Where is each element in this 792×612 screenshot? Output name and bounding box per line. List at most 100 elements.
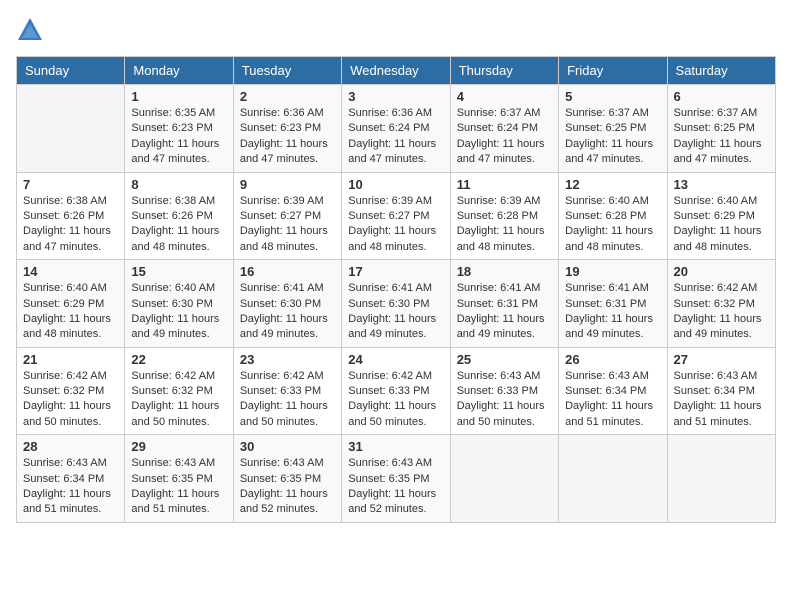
day-number: 25: [457, 352, 552, 367]
calendar-cell: 16 Sunrise: 6:41 AMSunset: 6:30 PMDayligh…: [233, 260, 341, 348]
week-row-3: 14Sunrise: 6:40 AMSunset: 6:29 PMDayligh…: [17, 260, 776, 348]
calendar-cell: 28 Sunrise: 6:43 AMSunset: 6:34 PMDayligh…: [17, 435, 125, 523]
calendar-cell: 22 Sunrise: 6:42 AMSunset: 6:32 PMDayligh…: [125, 347, 233, 435]
day-info: Sunrise: 6:43 AMSunset: 6:34 PMDaylight:…: [23, 456, 118, 518]
calendar-cell: 30Sunrise: 6:43 AMSunset: 6:35 PMDayligh…: [233, 435, 341, 523]
day-info: Sunrise: 6:40 AMSunset: 6:28 PMDaylight:…: [565, 194, 660, 256]
day-number: 31: [348, 439, 443, 454]
day-info: Sunrise: 6:43 AMSunset: 6:34 PMDaylight:…: [565, 369, 660, 431]
week-row-5: 28 Sunrise: 6:43 AMSunset: 6:34 PMDayligh…: [17, 435, 776, 523]
day-number: 26: [565, 352, 660, 367]
day-number: 2: [240, 89, 335, 104]
day-info: Sunrise: 6:43 AMSunset: 6:35 PMDaylight:…: [240, 456, 335, 518]
calendar-cell: 27Sunrise: 6:43 AMSunset: 6:34 PMDayligh…: [667, 347, 775, 435]
page-header: [16, 16, 776, 44]
day-number: 7: [23, 177, 118, 192]
logo: [16, 16, 48, 44]
day-number: 4: [457, 89, 552, 104]
calendar-cell: [17, 85, 125, 173]
day-info: Sunrise: 6:40 AMSunset: 6:30 PMDaylight:…: [131, 281, 226, 343]
day-number: 14: [23, 264, 118, 279]
calendar-cell: 17 Sunrise: 6:41 AMSunset: 6:30 PMDayligh…: [342, 260, 450, 348]
calendar-cell: 24Sunrise: 6:42 AMSunset: 6:33 PMDayligh…: [342, 347, 450, 435]
day-number: 8: [131, 177, 226, 192]
calendar-cell: 9 Sunrise: 6:39 AMSunset: 6:27 PMDaylight…: [233, 172, 341, 260]
day-number: 13: [674, 177, 769, 192]
day-info: Sunrise: 6:42 AMSunset: 6:32 PMDaylight:…: [674, 281, 769, 343]
calendar-cell: 6 Sunrise: 6:37 AMSunset: 6:25 PMDaylight…: [667, 85, 775, 173]
day-number: 12: [565, 177, 660, 192]
calendar-table: SundayMondayTuesdayWednesdayThursdayFrid…: [16, 56, 776, 523]
day-number: 3: [348, 89, 443, 104]
day-info: Sunrise: 6:39 AMSunset: 6:27 PMDaylight:…: [348, 194, 443, 256]
day-info: Sunrise: 6:42 AMSunset: 6:33 PMDaylight:…: [348, 369, 443, 431]
calendar-cell: 3 Sunrise: 6:36 AMSunset: 6:24 PMDaylight…: [342, 85, 450, 173]
day-info: Sunrise: 6:42 AMSunset: 6:33 PMDaylight:…: [240, 369, 335, 431]
calendar-cell: 29Sunrise: 6:43 AMSunset: 6:35 PMDayligh…: [125, 435, 233, 523]
header-monday: Monday: [125, 57, 233, 85]
day-number: 5: [565, 89, 660, 104]
calendar-cell: 4 Sunrise: 6:37 AMSunset: 6:24 PMDaylight…: [450, 85, 558, 173]
calendar-cell: [450, 435, 558, 523]
day-number: 17: [348, 264, 443, 279]
calendar-cell: 1Sunrise: 6:35 AMSunset: 6:23 PMDaylight…: [125, 85, 233, 173]
calendar-cell: [667, 435, 775, 523]
day-number: 21: [23, 352, 118, 367]
day-info: Sunrise: 6:36 AMSunset: 6:24 PMDaylight:…: [348, 106, 443, 168]
day-info: Sunrise: 6:39 AMSunset: 6:28 PMDaylight:…: [457, 194, 552, 256]
day-number: 9: [240, 177, 335, 192]
day-info: Sunrise: 6:41 AMSunset: 6:31 PMDaylight:…: [565, 281, 660, 343]
day-info: Sunrise: 6:38 AMSunset: 6:26 PMDaylight:…: [23, 194, 118, 256]
day-info: Sunrise: 6:43 AMSunset: 6:35 PMDaylight:…: [348, 456, 443, 518]
day-number: 6: [674, 89, 769, 104]
day-number: 22: [131, 352, 226, 367]
header-saturday: Saturday: [667, 57, 775, 85]
day-info: Sunrise: 6:37 AMSunset: 6:25 PMDaylight:…: [565, 106, 660, 168]
calendar-cell: 21Sunrise: 6:42 AMSunset: 6:32 PMDayligh…: [17, 347, 125, 435]
day-info: Sunrise: 6:41 AMSunset: 6:30 PMDaylight:…: [348, 281, 443, 343]
calendar-cell: 12 Sunrise: 6:40 AMSunset: 6:28 PMDayligh…: [559, 172, 667, 260]
calendar-cell: 15 Sunrise: 6:40 AMSunset: 6:30 PMDayligh…: [125, 260, 233, 348]
calendar-cell: 11 Sunrise: 6:39 AMSunset: 6:28 PMDayligh…: [450, 172, 558, 260]
day-number: 19: [565, 264, 660, 279]
day-number: 11: [457, 177, 552, 192]
day-info: Sunrise: 6:41 AMSunset: 6:31 PMDaylight:…: [457, 281, 552, 343]
calendar-cell: 13 Sunrise: 6:40 AMSunset: 6:29 PMDayligh…: [667, 172, 775, 260]
header-sunday: Sunday: [17, 57, 125, 85]
calendar-cell: 18 Sunrise: 6:41 AMSunset: 6:31 PMDayligh…: [450, 260, 558, 348]
day-number: 28: [23, 439, 118, 454]
day-info: Sunrise: 6:40 AMSunset: 6:29 PMDaylight:…: [674, 194, 769, 256]
calendar-cell: 19 Sunrise: 6:41 AMSunset: 6:31 PMDayligh…: [559, 260, 667, 348]
day-info: Sunrise: 6:38 AMSunset: 6:26 PMDaylight:…: [131, 194, 226, 256]
calendar-cell: 7 Sunrise: 6:38 AMSunset: 6:26 PMDaylight…: [17, 172, 125, 260]
day-number: 20: [674, 264, 769, 279]
calendar-cell: 20 Sunrise: 6:42 AMSunset: 6:32 PMDayligh…: [667, 260, 775, 348]
day-info: Sunrise: 6:37 AMSunset: 6:24 PMDaylight:…: [457, 106, 552, 168]
week-row-4: 21 Sunrise: 6:42 AMSunset: 6:32 PMDayligh…: [17, 347, 776, 435]
day-number: 18: [457, 264, 552, 279]
day-info: Sunrise: 6:37 AMSunset: 6:25 PMDaylight:…: [674, 106, 769, 168]
calendar-cell: [559, 435, 667, 523]
calendar-cell: 31 Sunrise: 6:43 AMSunset: 6:35 PMDayligh…: [342, 435, 450, 523]
calendar-cell: 2Sunrise: 6:36 AMSunset: 6:23 PMDaylight…: [233, 85, 341, 173]
day-info: Sunrise: 6:35 AMSunset: 6:23 PMDaylight:…: [131, 106, 226, 168]
day-info: Sunrise: 6:43 AMSunset: 6:34 PMDaylight:…: [674, 369, 769, 431]
day-number: 23: [240, 352, 335, 367]
day-info: Sunrise: 6:42 AMSunset: 6:32 PMDaylight:…: [131, 369, 226, 431]
calendar-cell: 8 Sunrise: 6:38 AMSunset: 6:26 PMDaylight…: [125, 172, 233, 260]
day-info: Sunrise: 6:41 AMSunset: 6:30 PMDaylight:…: [240, 281, 335, 343]
header-thursday: Thursday: [450, 57, 558, 85]
calendar-cell: 25 Sunrise: 6:43 AMSunset: 6:33 PMDayligh…: [450, 347, 558, 435]
header-wednesday: Wednesday: [342, 57, 450, 85]
logo-icon: [16, 16, 44, 44]
day-info: Sunrise: 6:43 AMSunset: 6:33 PMDaylight:…: [457, 369, 552, 431]
day-number: 16: [240, 264, 335, 279]
header-friday: Friday: [559, 57, 667, 85]
header-tuesday: Tuesday: [233, 57, 341, 85]
day-info: Sunrise: 6:39 AMSunset: 6:27 PMDaylight:…: [240, 194, 335, 256]
calendar-header-row: SundayMondayTuesdayWednesdayThursdayFrid…: [17, 57, 776, 85]
day-number: 15: [131, 264, 226, 279]
calendar-cell: 26 Sunrise: 6:43 AMSunset: 6:34 PMDayligh…: [559, 347, 667, 435]
calendar-cell: 23 Sunrise: 6:42 AMSunset: 6:33 PMDayligh…: [233, 347, 341, 435]
day-info: Sunrise: 6:43 AMSunset: 6:35 PMDaylight:…: [131, 456, 226, 518]
